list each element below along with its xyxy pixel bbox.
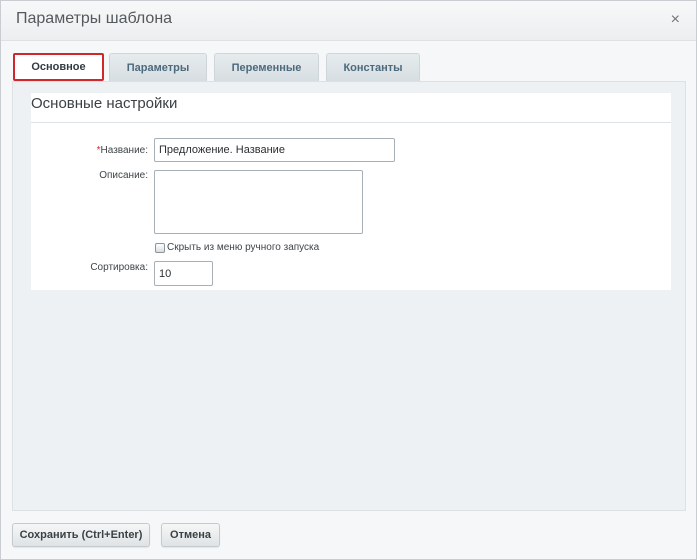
description-field[interactable] — [154, 170, 363, 234]
dialog-titlebar[interactable]: Параметры шаблона × — [1, 1, 696, 41]
tab-variables[interactable]: Переменные — [214, 53, 319, 81]
name-label-text: Название: — [100, 145, 148, 156]
dialog-title: Параметры шаблона — [16, 10, 173, 27]
tab-parameters[interactable]: Параметры — [109, 53, 207, 81]
description-label: Описание: — [99, 170, 148, 181]
section-divider — [31, 122, 671, 123]
tab-bar: Основное Параметры Переменные Константы — [13, 53, 693, 81]
tab-main[interactable]: Основное — [13, 53, 104, 81]
save-button[interactable]: Сохранить (Ctrl+Enter) — [12, 523, 150, 547]
hide-from-manual-run-checkbox[interactable] — [155, 243, 165, 253]
name-field[interactable] — [154, 138, 395, 162]
cancel-button[interactable]: Отмена — [161, 523, 220, 547]
close-icon[interactable]: × — [671, 11, 680, 29]
sort-field[interactable] — [154, 261, 213, 286]
main-settings-section: Основные настройки *Название: Описание: … — [31, 93, 671, 290]
name-label: *Название: — [31, 145, 148, 156]
tab-panel-main: Основные настройки *Название: Описание: … — [12, 81, 686, 511]
sort-label: Сортировка: — [90, 262, 148, 273]
section-title: Основные настройки — [31, 95, 178, 112]
hide-from-manual-run-label[interactable]: Скрыть из меню ручного запуска — [167, 242, 319, 253]
tab-constants[interactable]: Константы — [326, 53, 420, 81]
dialog-footer: Сохранить (Ctrl+Enter) Отмена — [1, 511, 696, 559]
template-parameters-dialog: Параметры шаблона × Основное Параметры П… — [0, 0, 697, 560]
